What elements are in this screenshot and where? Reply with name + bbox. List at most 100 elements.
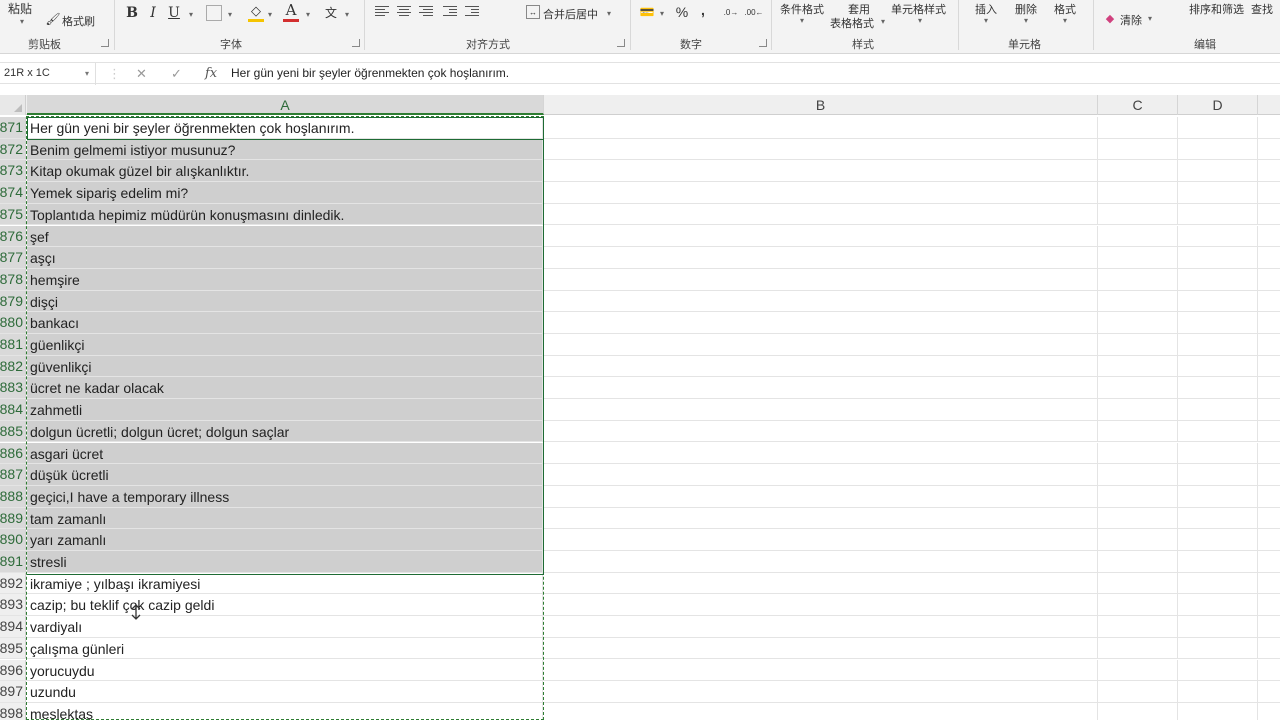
cell-b[interactable] — [544, 377, 1098, 399]
cell-b[interactable] — [544, 203, 1098, 225]
cell-b[interactable] — [544, 616, 1098, 637]
cell-b[interactable] — [544, 702, 1098, 720]
italic-button[interactable]: I — [146, 4, 160, 22]
cell-a[interactable]: Benim gelmemi istiyor musunuz? — [27, 138, 543, 160]
cell-d[interactable] — [1178, 268, 1258, 290]
cell-b[interactable] — [544, 225, 1098, 247]
cell-b[interactable] — [544, 420, 1098, 442]
row-header[interactable]: 885 — [0, 420, 26, 442]
name-box-dropdown-icon[interactable]: ▾ — [85, 63, 89, 84]
font-launcher-icon[interactable] — [352, 39, 360, 47]
row-header[interactable]: 891 — [0, 551, 26, 572]
cell-c[interactable] — [1098, 702, 1178, 720]
cancel-icon[interactable]: ✕ — [136, 63, 147, 85]
phonetic-dropdown-icon[interactable]: ▾ — [345, 10, 349, 19]
cell-b[interactable] — [544, 399, 1098, 420]
cell-d[interactable] — [1178, 485, 1258, 507]
merge-dropdown-icon[interactable]: ▾ — [607, 9, 611, 18]
sort-filter-button[interactable]: 排序和筛选 — [1189, 1, 1244, 17]
conditional-formatting-button[interactable]: 条件格式 — [780, 1, 824, 17]
font-color-icon[interactable]: A — [283, 1, 299, 19]
increase-indent-icon[interactable] — [465, 6, 479, 18]
cell-b[interactable] — [544, 572, 1098, 594]
conditional-dropdown-icon[interactable]: ▾ — [800, 16, 804, 25]
row-header[interactable]: 877 — [0, 247, 26, 268]
cell-a[interactable]: bankacı — [27, 312, 543, 333]
cell-b[interactable] — [544, 659, 1098, 681]
cell-d[interactable] — [1178, 572, 1258, 594]
cell-a[interactable]: asgari ücret — [27, 442, 543, 464]
clear-button[interactable]: 清除 — [1120, 12, 1142, 28]
row-header[interactable]: 876 — [0, 225, 26, 247]
column-header-c[interactable]: C — [1098, 95, 1178, 115]
cell-c[interactable] — [1098, 572, 1178, 594]
clipboard-launcher-icon[interactable] — [101, 39, 109, 47]
cell-d[interactable] — [1178, 203, 1258, 225]
column-header-a[interactable]: A — [27, 95, 544, 115]
row-header[interactable]: 880 — [0, 312, 26, 333]
cell-b[interactable] — [544, 637, 1098, 659]
cell-a[interactable]: çalışma günleri — [27, 637, 543, 659]
cell-d[interactable] — [1178, 399, 1258, 420]
format-painter-button[interactable]: 格式刷 — [62, 13, 95, 29]
cell-d[interactable] — [1178, 117, 1258, 138]
clear-dropdown-icon[interactable]: ▾ — [1148, 14, 1152, 23]
cell-b[interactable] — [544, 507, 1098, 529]
cell-b[interactable] — [544, 312, 1098, 333]
cell-c[interactable] — [1098, 551, 1178, 572]
cell-a[interactable]: ücret ne kadar olacak — [27, 377, 543, 399]
fill-color-dropdown-icon[interactable]: ▾ — [268, 10, 272, 19]
cell-d[interactable] — [1178, 464, 1258, 485]
cell-d[interactable] — [1178, 247, 1258, 268]
cell-c[interactable] — [1098, 616, 1178, 637]
cell-c[interactable] — [1098, 355, 1178, 377]
cell-c[interactable] — [1098, 334, 1178, 355]
cell-b[interactable] — [544, 182, 1098, 203]
paste-button[interactable]: 粘贴 — [8, 0, 32, 17]
cell-c[interactable] — [1098, 225, 1178, 247]
row-header[interactable]: 879 — [0, 290, 26, 312]
decrease-decimal-icon[interactable]: .00← — [744, 4, 763, 20]
cell-d[interactable] — [1178, 160, 1258, 182]
cell-a[interactable]: hemşire — [27, 268, 543, 290]
cell-d[interactable] — [1178, 182, 1258, 203]
enter-icon[interactable]: ✓ — [171, 63, 182, 85]
cell-styles-button[interactable]: 单元格样式 — [891, 1, 946, 17]
cell-b[interactable] — [544, 529, 1098, 550]
align-right-icon[interactable] — [419, 6, 433, 18]
cell-b[interactable] — [544, 334, 1098, 355]
cell-a[interactable]: Kitap okumak güzel bir alışkanlıktır. — [27, 160, 543, 182]
row-header[interactable]: 892 — [0, 572, 26, 594]
cell-d[interactable] — [1178, 138, 1258, 160]
cell-d[interactable] — [1178, 529, 1258, 550]
cell-b[interactable] — [544, 551, 1098, 572]
decrease-indent-icon[interactable] — [443, 6, 457, 18]
cell-c[interactable] — [1098, 290, 1178, 312]
increase-decimal-icon[interactable]: .0→ — [722, 4, 740, 20]
insert-function-icon[interactable]: fx — [205, 63, 217, 85]
cell-a[interactable]: Yemek sipariş edelim mi? — [27, 182, 543, 203]
cell-d[interactable] — [1178, 616, 1258, 637]
cell-a[interactable]: geçici,I have a temporary illness — [27, 485, 543, 507]
cell-b[interactable] — [544, 247, 1098, 268]
cell-c[interactable] — [1098, 160, 1178, 182]
underline-button[interactable]: U — [166, 4, 182, 22]
cell-b[interactable] — [544, 681, 1098, 702]
align-left-icon[interactable] — [375, 6, 389, 18]
row-header[interactable]: 878 — [0, 268, 26, 290]
align-center-icon[interactable] — [397, 6, 411, 18]
cell-d[interactable] — [1178, 551, 1258, 572]
cell-b[interactable] — [544, 355, 1098, 377]
column-header-b[interactable]: B — [544, 95, 1098, 115]
row-header[interactable]: 871 — [0, 117, 26, 138]
column-header-d[interactable]: D — [1178, 95, 1258, 115]
cell-d[interactable] — [1178, 681, 1258, 702]
insert-dropdown-icon[interactable]: ▾ — [984, 16, 988, 25]
cell-d[interactable] — [1178, 637, 1258, 659]
cell-a[interactable]: yarı zamanlı — [27, 529, 543, 550]
phonetic-icon[interactable]: 文 — [323, 4, 339, 20]
cell-b[interactable] — [544, 138, 1098, 160]
alignment-launcher-icon[interactable] — [617, 39, 625, 47]
percent-style-button[interactable]: % — [674, 4, 690, 20]
cell-a[interactable]: Toplantıda hepimiz müdürün konuşmasını d… — [27, 203, 543, 225]
